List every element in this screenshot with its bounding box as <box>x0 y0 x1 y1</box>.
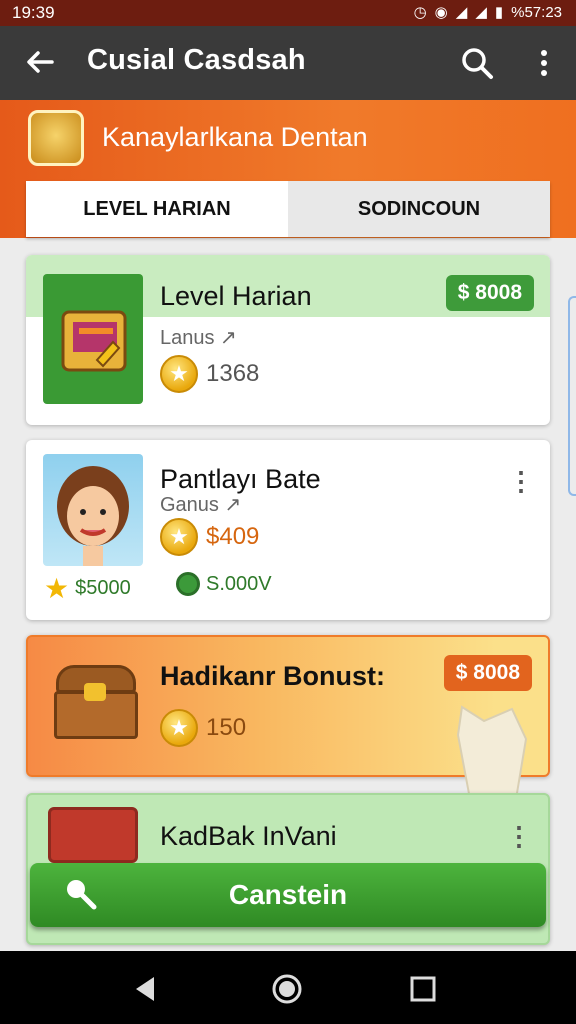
search-button[interactable] <box>458 44 496 82</box>
coin-value: 1368 <box>206 360 260 387</box>
card-thumbnail <box>43 454 143 566</box>
star-coin-icon: ★ <box>160 709 198 747</box>
offer-card-level-harian[interactable]: Level Harian Lanus ↗ ★ 1368 $ 8008 <box>26 255 550 425</box>
status-icons: ◷ ◉ ◢ ◢ ▮ %57:23 <box>413 3 562 22</box>
signal-icon: ◢ <box>455 4 468 21</box>
alarm-icon: ◷ <box>413 4 427 21</box>
coin-value: 150 <box>206 714 247 741</box>
tab-bar: LEVEL HARIAN SODINCOUN <box>26 181 550 237</box>
arrow-left-icon <box>27 51 54 73</box>
star-icon: ★ <box>44 573 70 604</box>
stat-star: ★ $5000 <box>44 572 131 605</box>
stat-green-value: S.000V <box>206 572 272 595</box>
card-title: KadBak InVani <box>160 821 337 851</box>
square-recent-icon <box>410 976 436 1002</box>
card-title: Pantlayı Bate <box>160 464 321 494</box>
search-icon <box>462 48 493 79</box>
kebab-menu-icon <box>541 50 547 76</box>
circle-home-icon <box>272 974 302 1004</box>
card-thumbnail <box>43 274 143 404</box>
card-menu-button[interactable]: ⋮ <box>506 819 532 855</box>
tab-level-harian[interactable]: LEVEL HARIAN <box>26 181 288 237</box>
card-subtitle: Lanus ↗ <box>160 327 237 349</box>
nav-back-button[interactable] <box>126 969 166 1009</box>
system-nav-bar <box>0 951 576 1024</box>
battery-icon: ▮ <box>494 4 504 21</box>
shop-logo <box>28 110 84 166</box>
tab-sodincoun[interactable]: SODINCOUN <box>288 181 550 237</box>
status-time: 19:39 <box>12 3 55 22</box>
status-bar: 19:39 ◷ ◉ ◢ ◢ ▮ %57:23 <box>0 0 576 26</box>
coin-row: ★ $409 <box>160 518 259 556</box>
card-menu-button[interactable]: ⋮ <box>508 464 534 500</box>
character-face-icon <box>57 466 129 566</box>
shop-name: Kanaylarlkana Dentan <box>102 122 368 152</box>
price-badge[interactable]: $ 8008 <box>443 655 532 691</box>
cta-label: Canstein <box>228 879 348 910</box>
offer-card-pantlay-bate[interactable]: Pantlayı Bate Ganus ↗ ★ $409 ⋮ ★ $5000 S… <box>26 440 550 620</box>
stat-star-value: $5000 <box>75 577 131 599</box>
star-coin-icon: ★ <box>160 355 198 393</box>
star-coin-icon: ★ <box>160 518 198 556</box>
price-badge[interactable]: $ 8008 <box>445 275 534 311</box>
card-title: Hadikanr Bonust: <box>160 661 386 691</box>
scrollbar[interactable] <box>568 296 576 496</box>
coin-row: ★ 1368 <box>160 355 259 393</box>
card-title: Level Harian <box>160 281 312 311</box>
key-icon <box>67 880 97 910</box>
card-subtitle: Ganus ↗ <box>160 494 242 516</box>
treasure-chest-icon <box>50 657 142 745</box>
toolbox-icon <box>61 310 127 372</box>
coin-row: ★ 150 <box>160 709 246 747</box>
nav-home-button[interactable] <box>267 969 307 1009</box>
stat-green: S.000V <box>176 572 272 596</box>
nav-recent-button[interactable] <box>403 969 443 1009</box>
green-badge-icon <box>176 572 200 596</box>
triangle-back-icon <box>136 977 154 1001</box>
back-button[interactable] <box>22 44 58 80</box>
signal-icon-2: ◢ <box>475 4 487 21</box>
canstein-button[interactable]: Canstein <box>30 863 546 927</box>
app-title: Cusial Casdsah <box>87 44 306 76</box>
wifi-icon: ◉ <box>434 4 448 21</box>
more-options-button[interactable] <box>530 44 558 82</box>
coin-value: $409 <box>206 523 260 550</box>
gift-box-icon <box>48 807 138 863</box>
status-right-time: %57:23 <box>511 3 562 21</box>
app-bar: Cusial Casdsah <box>0 26 576 100</box>
